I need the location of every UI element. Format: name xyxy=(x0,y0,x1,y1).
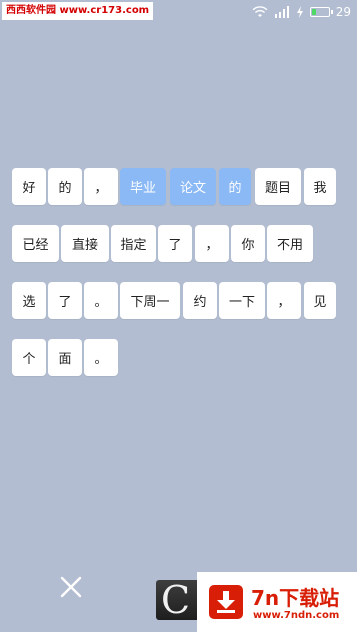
word-chip-selected[interactable]: 毕业 xyxy=(120,168,166,205)
word-chip[interactable]: ， xyxy=(195,225,229,262)
word-chip[interactable]: 一下 xyxy=(219,282,265,319)
close-button[interactable] xyxy=(56,572,86,602)
word-chip[interactable]: ， xyxy=(267,282,301,319)
word-chip-area: 好的，毕业 论文的题目我已经 直接 指定了，你不用选了。下周一约一下，见个面。 xyxy=(0,0,357,632)
word-chip-selected[interactable]: 论文 xyxy=(170,168,216,205)
word-chip-selected[interactable]: 的 xyxy=(219,168,251,205)
word-chip[interactable]: 了 xyxy=(48,282,82,319)
word-chip[interactable]: 见 xyxy=(304,282,336,319)
close-icon xyxy=(60,576,82,598)
word-chip[interactable]: 选 xyxy=(12,282,46,319)
word-chip[interactable]: 好 xyxy=(12,168,46,205)
word-chip[interactable]: 直接 xyxy=(61,225,109,262)
word-chip[interactable]: 我 xyxy=(304,168,336,205)
word-chip[interactable]: ， xyxy=(84,168,118,205)
word-chip[interactable]: 约 xyxy=(183,282,217,319)
site-logo: 7n下载站 www.7ndn.com xyxy=(197,572,357,632)
bottom-widget-glyph: C xyxy=(161,578,191,622)
word-chip[interactable]: 个 xyxy=(12,339,46,376)
word-chip[interactable]: 面 xyxy=(48,339,82,376)
word-chip[interactable]: 题目 xyxy=(255,168,301,205)
word-chip[interactable]: 了 xyxy=(158,225,192,262)
word-chip[interactable]: 指定 xyxy=(111,225,156,262)
word-chip[interactable]: 不用 xyxy=(267,225,313,262)
download-arrow-icon xyxy=(209,585,243,619)
word-chip[interactable]: 。 xyxy=(84,282,118,319)
word-chip[interactable]: 。 xyxy=(84,339,118,376)
site-logo-name: 7n下载站 xyxy=(251,586,340,610)
word-chip[interactable]: 已经 xyxy=(12,225,59,262)
word-chip[interactable]: 的 xyxy=(48,168,82,205)
word-chip[interactable]: 你 xyxy=(231,225,265,262)
site-logo-url: www.7ndn.com xyxy=(253,610,340,621)
word-chip[interactable]: 下周一 xyxy=(120,282,180,319)
